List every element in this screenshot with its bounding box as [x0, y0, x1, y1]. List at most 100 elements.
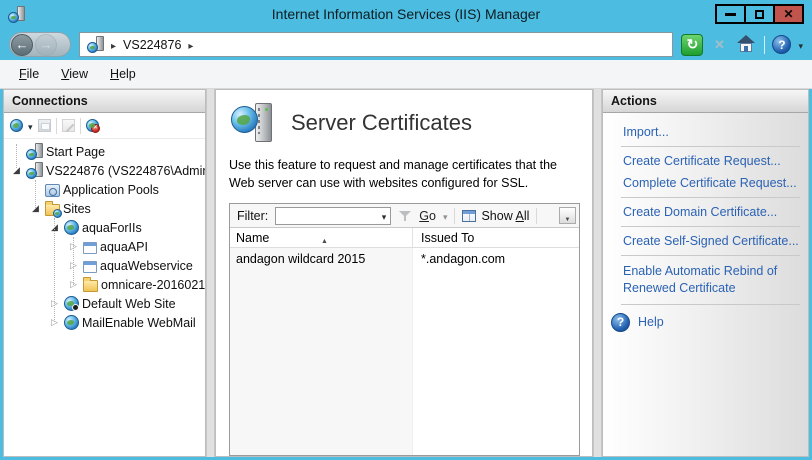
tree-item-aquaforiis[interactable]: aquaForIIs [4, 218, 205, 237]
column-header-issued-to[interactable]: Issued To [413, 228, 579, 247]
home-icon [737, 35, 755, 43]
table-body: andagon wildcard 2015 *.andagon.com [230, 248, 579, 455]
menu-bar: File View Help [0, 60, 812, 89]
menu-view[interactable]: View [50, 63, 99, 85]
home-button[interactable] [735, 35, 757, 55]
close-icon [783, 7, 793, 21]
page-title: Server Certificates [291, 110, 472, 136]
address-bar-actions [681, 34, 803, 56]
folder-icon [83, 280, 98, 292]
navigation-buttons [9, 32, 71, 57]
help-icon [611, 313, 630, 332]
go-dropdown-caret-icon[interactable] [443, 209, 448, 223]
actions-divider [621, 146, 800, 147]
window-controls [717, 4, 804, 24]
server-certificates-icon [231, 102, 275, 144]
stopped-indicator-icon [72, 304, 79, 311]
refresh-button[interactable] [681, 34, 703, 56]
menu-help[interactable]: Help [99, 63, 147, 85]
forward-arrow-icon [40, 37, 53, 52]
toolbar-separator [536, 208, 537, 224]
breadcrumb[interactable]: VS224876 [79, 32, 673, 57]
save-connections-icon[interactable] [38, 119, 51, 132]
show-all-button[interactable]: Show All [462, 209, 529, 223]
combo-caret-icon [382, 209, 387, 223]
filter-combobox[interactable] [275, 207, 391, 225]
action-complete-certificate-request[interactable]: Complete Certificate Request... [621, 172, 802, 194]
create-connection-icon[interactable] [10, 119, 23, 132]
website-globe-icon [64, 315, 79, 330]
tree-item-start-page[interactable]: Start Page [4, 142, 205, 161]
delete-badge-icon [91, 124, 100, 133]
close-button[interactable] [773, 4, 804, 24]
action-create-certificate-request[interactable]: Create Certificate Request... [621, 150, 802, 172]
connections-tree: Start Page VS224876 (VS224876\Administ A… [4, 139, 205, 456]
refresh-icon [687, 36, 699, 53]
breadcrumb-chevron-icon[interactable] [188, 38, 193, 52]
filter-funnel-icon [398, 209, 412, 223]
server-icon [87, 36, 104, 53]
filter-toolbar: Filter: Go Show All [230, 204, 579, 228]
help-dropdown-caret-icon[interactable] [798, 38, 803, 52]
table-row[interactable]: andagon wildcard 2015 [230, 248, 412, 266]
tree-guide [35, 180, 36, 208]
breadcrumb-chevron-icon[interactable] [111, 38, 116, 52]
certificates-list: Filter: Go Show All [229, 203, 580, 456]
column-header-name[interactable]: Name [230, 228, 413, 247]
action-enable-automatic-rebind[interactable]: Enable Automatic Rebind of Renewed Certi… [621, 259, 799, 301]
minimize-button[interactable] [715, 4, 746, 24]
stop-icon [714, 37, 725, 53]
title-bar: Internet Information Services (IIS) Mana… [0, 0, 812, 29]
panel-splitter[interactable] [593, 89, 602, 457]
website-globe-icon [64, 220, 79, 235]
actions-panel: Actions Import... Create Certificate Req… [602, 89, 809, 457]
action-import[interactable]: Import... [621, 121, 802, 143]
connections-header: Connections [4, 90, 205, 113]
server-icon [26, 162, 43, 179]
table-row[interactable]: *.andagon.com [413, 248, 579, 266]
tree-item-mailenable-webmail[interactable]: MailEnable WebMail [4, 313, 205, 332]
feature-description: Use this feature to request and manage c… [229, 156, 581, 192]
actions-divider [621, 197, 800, 198]
action-help[interactable]: Help [609, 308, 802, 337]
iis-manager-window: { "window": { "title": "Internet Informa… [0, 0, 812, 460]
stop-button[interactable] [710, 36, 728, 54]
minimize-icon [725, 13, 736, 16]
actions-divider [621, 304, 800, 305]
web-application-icon [83, 242, 97, 254]
connections-panel: Connections Start Page VS224876 (V [3, 89, 206, 457]
tree-item-default-web-site[interactable]: Default Web Site [4, 294, 205, 313]
server-certificates-panel: Server Certificates Use this feature to … [215, 89, 593, 457]
delete-connection-icon[interactable] [86, 119, 99, 132]
toolbar-separator [80, 118, 81, 134]
create-connection-caret-icon[interactable] [28, 119, 33, 133]
action-create-domain-certificate[interactable]: Create Domain Certificate... [621, 201, 802, 223]
rename-connection-icon[interactable] [62, 119, 75, 132]
show-all-icon [462, 210, 476, 222]
menu-file[interactable]: File [8, 63, 50, 85]
panel-splitter[interactable] [206, 89, 215, 457]
web-application-icon [83, 261, 97, 273]
sort-ascending-icon [321, 232, 328, 246]
start-page-icon [26, 143, 43, 160]
tree-item-aquawebservice[interactable]: aquaWebservice [4, 256, 205, 275]
view-options-button[interactable] [559, 207, 576, 224]
back-arrow-icon [16, 37, 29, 52]
forward-button[interactable] [35, 34, 57, 56]
tree-item-server[interactable]: VS224876 (VS224876\Administ [4, 161, 205, 180]
name-column: andagon wildcard 2015 [230, 248, 413, 455]
tree-item-omnicare[interactable]: omnicare-2016021 [4, 275, 205, 294]
go-button[interactable]: Go [419, 209, 436, 223]
toolbar-separator [56, 118, 57, 134]
tree-item-aquaapi[interactable]: aquaAPI [4, 237, 205, 256]
breadcrumb-server-name[interactable]: VS224876 [123, 38, 181, 52]
back-button[interactable] [11, 34, 33, 56]
maximize-button[interactable] [744, 4, 775, 24]
action-create-self-signed-certificate[interactable]: Create Self-Signed Certificate... [621, 230, 802, 252]
help-button[interactable] [772, 35, 791, 54]
maximize-icon [755, 10, 764, 19]
issued-to-column: *.andagon.com [413, 248, 579, 455]
actions-list: Import... Create Certificate Request... … [603, 113, 808, 337]
table-header: Name Issued To [230, 228, 579, 248]
window-title: Internet Information Services (IIS) Mana… [0, 6, 812, 22]
